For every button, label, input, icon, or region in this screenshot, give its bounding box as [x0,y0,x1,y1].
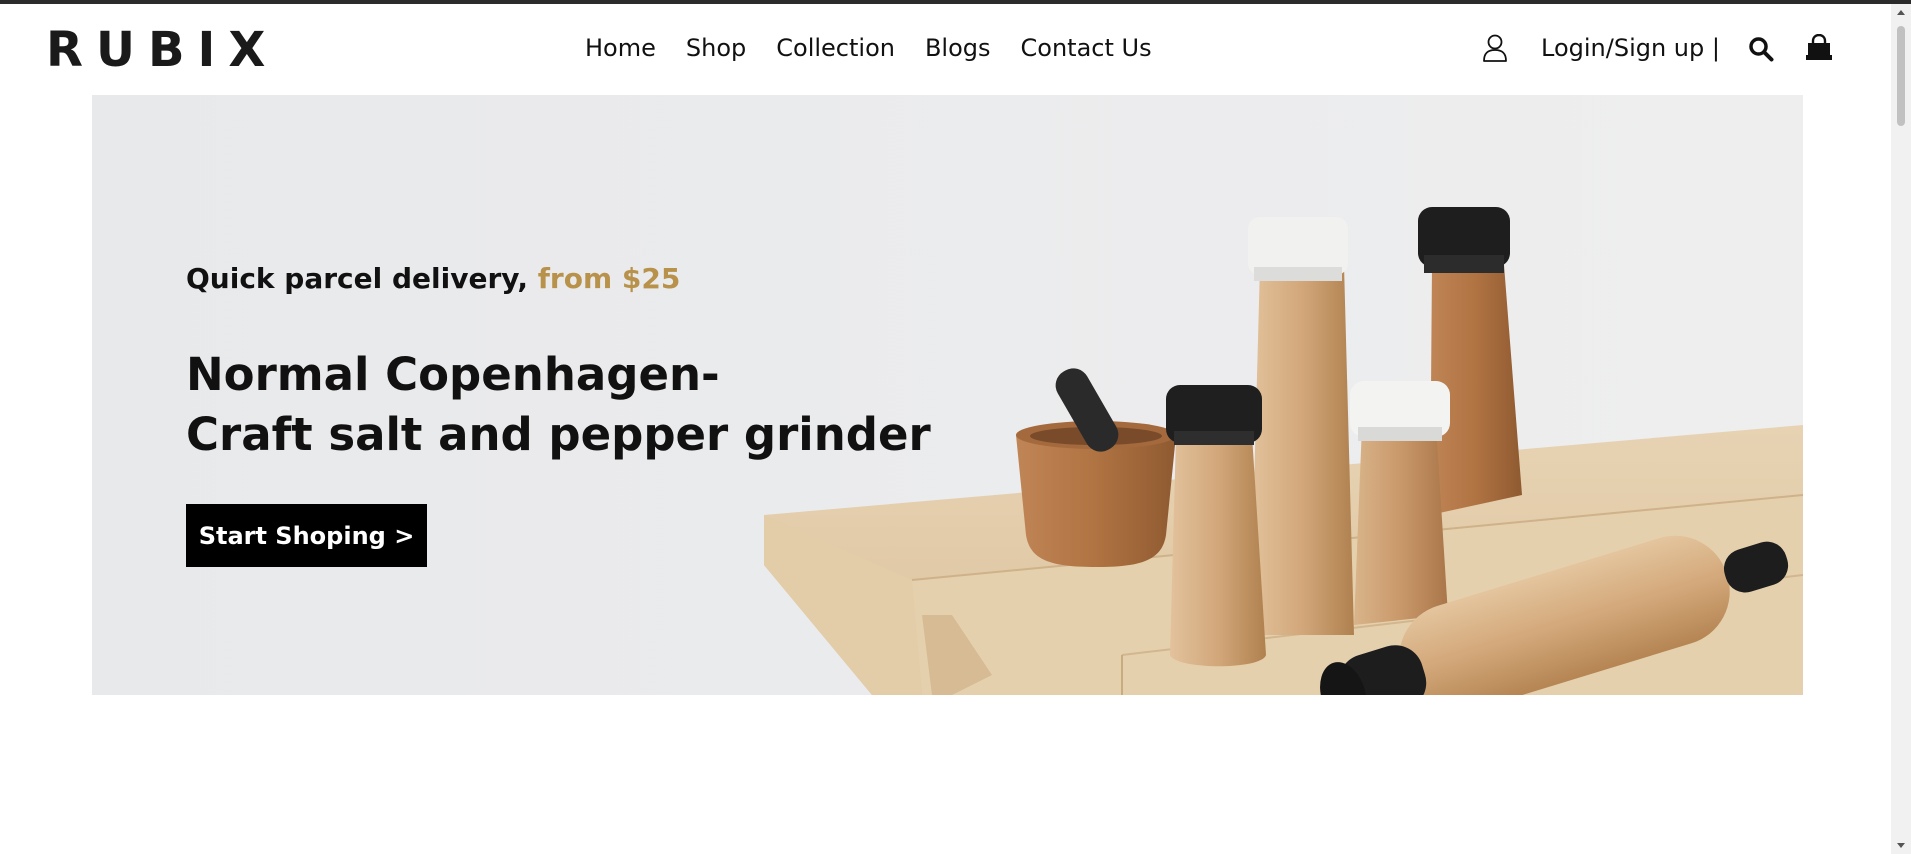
hero-tagline: Quick parcel delivery, from $25 [186,261,680,297]
page-scrollbar[interactable] [1891,4,1911,854]
site-header: RUBIX Home Shop Collection Blogs Contact… [0,4,1891,92]
nav-blogs[interactable]: Blogs [925,30,991,66]
hero-tagline-main: Quick parcel delivery, [186,262,538,295]
nav-shop[interactable]: Shop [686,30,746,66]
scroll-down-arrow-icon[interactable] [1897,843,1905,848]
nav-contact-us[interactable]: Contact Us [1021,30,1152,66]
nav-home[interactable]: Home [585,30,656,66]
hero-headline: Normal Copenhagen- Craft salt and pepper… [186,345,931,465]
start-shopping-button[interactable]: Start Shoping > [186,504,427,567]
hero-tagline-price: from $25 [537,262,681,295]
hero-headline-line2: Craft salt and pepper grinder [186,408,931,461]
login-signup-link[interactable]: Login/Sign up | [1541,30,1720,66]
user-icon[interactable] [1482,33,1508,63]
hero-banner: Quick parcel delivery, from $25 Normal C… [92,95,1803,695]
scroll-up-arrow-icon[interactable] [1897,10,1905,15]
shopping-bag-icon[interactable] [1805,34,1833,62]
nav-collection[interactable]: Collection [776,30,895,66]
search-icon[interactable] [1748,36,1774,62]
hero-headline-line1: Normal Copenhagen- [186,348,720,401]
main-nav: Home Shop Collection Blogs Contact Us [585,30,1152,66]
site-logo[interactable]: RUBIX [46,22,278,78]
scrollbar-thumb[interactable] [1897,26,1905,126]
